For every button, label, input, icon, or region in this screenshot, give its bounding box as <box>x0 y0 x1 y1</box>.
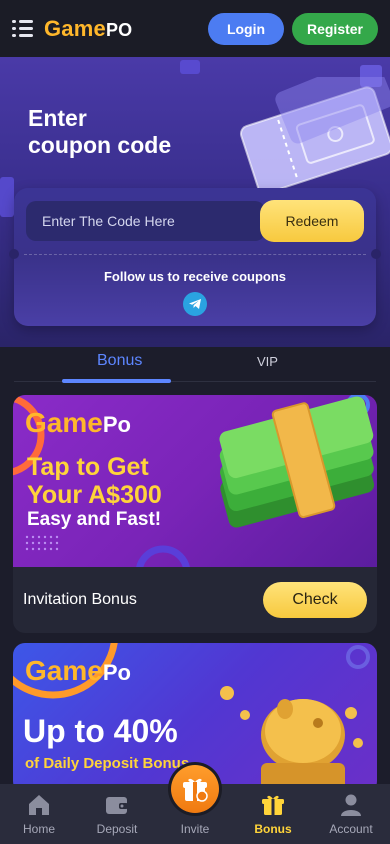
banner-logo-game: Game <box>25 655 103 686</box>
banner-logo: GamePo <box>25 655 131 687</box>
hero-title-line2: coupon code <box>28 132 172 158</box>
banner-headline: Tap to Get Your A$300 <box>27 453 162 509</box>
coupon-card: Redeem Follow us to receive coupons <box>9 188 381 326</box>
tab-bonus[interactable]: Bonus <box>97 352 142 370</box>
coupon-code-input[interactable] <box>42 213 265 229</box>
nav-label: Bonus <box>254 822 292 836</box>
invite-button[interactable] <box>168 762 222 816</box>
invite-button-inner <box>171 765 219 813</box>
banner-headline: Up to 40% <box>23 713 178 749</box>
redeem-button[interactable]: Redeem <box>260 200 364 242</box>
menu-icon[interactable] <box>12 18 36 40</box>
hero-title: Enter coupon code <box>28 105 171 159</box>
login-button[interactable]: Login <box>208 12 284 45</box>
promo-footer: Invitation Bonus Check <box>13 567 377 633</box>
follow-text: Follow us to receive coupons <box>103 269 287 284</box>
gift-icon <box>183 778 208 802</box>
nav-label: Account <box>329 822 373 836</box>
decor-cube <box>180 60 200 74</box>
banner-logo-po: Po <box>102 412 131 437</box>
logo-game-text: Game <box>44 15 106 41</box>
nav-label: Home <box>22 822 55 836</box>
nav-label: Invite <box>180 822 210 836</box>
banner-subline: Easy and Fast! <box>27 509 162 530</box>
app-logo[interactable]: GamePO <box>44 16 132 42</box>
tab-vip[interactable]: VIP <box>257 354 278 369</box>
check-button[interactable]: Check <box>263 582 367 618</box>
gift-icon <box>262 795 284 815</box>
promo-card-invitation[interactable]: GamePo Tap to Get Your A$300 Easy and Fa… <box>13 395 377 633</box>
nav-bonus[interactable]: Bonus <box>234 784 312 844</box>
ticket-illustration <box>239 77 390 195</box>
promo-title: Invitation Bonus <box>23 591 137 608</box>
nav-account[interactable]: Account <box>312 784 390 844</box>
ticket-notch-right <box>371 249 381 259</box>
decor-cube <box>0 177 14 217</box>
banner-logo-game: Game <box>25 407 103 438</box>
home-icon <box>29 795 49 815</box>
logo-po-text: PO <box>105 19 133 40</box>
register-button[interactable]: Register <box>292 12 378 45</box>
top-header: GamePO Login Register <box>0 0 390 57</box>
nav-label: Deposit <box>96 822 138 836</box>
hero-title-line1: Enter <box>28 105 87 131</box>
user-icon <box>341 794 361 816</box>
bottom-nav: Home Deposit Invite Bonus Account <box>0 762 390 844</box>
wallet-icon <box>106 797 128 814</box>
bonus-tabs: Bonus VIP <box>0 347 390 387</box>
nav-deposit[interactable]: Deposit <box>78 784 156 844</box>
tab-active-indicator <box>62 379 171 383</box>
coupon-input-wrapper <box>26 201 265 241</box>
banner-headline-line2: Your A$300 <box>27 481 162 509</box>
telegram-icon[interactable] <box>183 292 207 316</box>
banner-headline-line1: Tap to Get <box>27 453 149 481</box>
ticket-notch-left <box>9 249 19 259</box>
banner-logo-po: Po <box>102 660 131 685</box>
nav-home[interactable]: Home <box>0 784 78 844</box>
banner-subline: of Daily Deposit Bonus <box>25 755 190 772</box>
divider <box>24 254 366 255</box>
banner-logo: GamePo <box>25 407 131 439</box>
promo-banner[interactable]: GamePo Tap to Get Your A$300 Easy and Fa… <box>13 395 377 567</box>
nav-invite[interactable]: Invite <box>156 762 234 844</box>
